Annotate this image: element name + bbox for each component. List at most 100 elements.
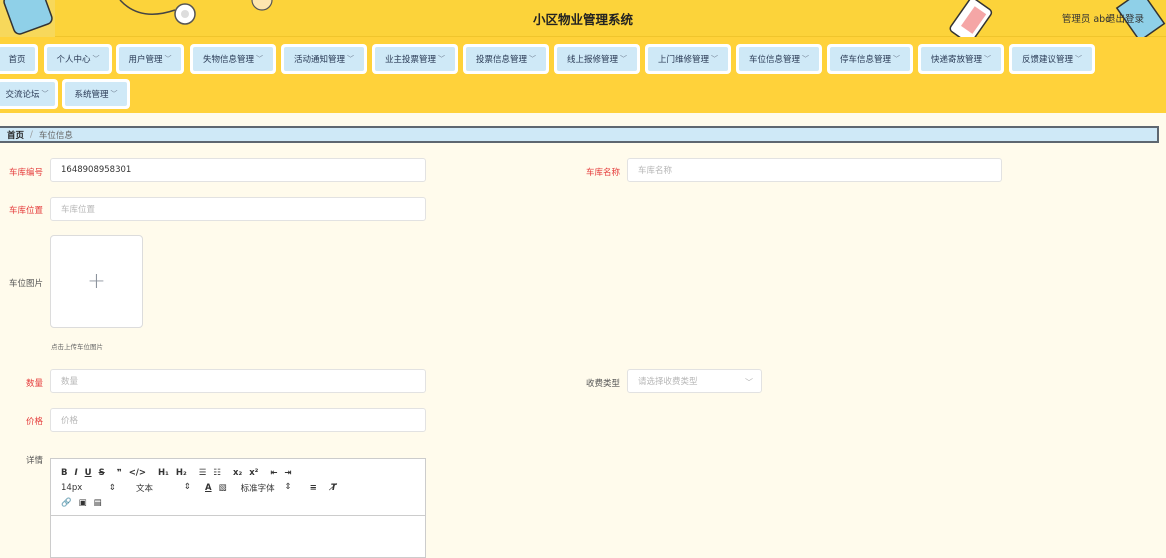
editor-toolbar: B I U S ❞ </> H₁ H₂ ☰ ☷ x₂ x² ⇤ ⇥ 14px ⇕ … [51,459,425,516]
chevron-down-icon: ﹀ [745,378,753,387]
code-button[interactable]: </> [129,468,146,478]
chevron-down-icon: ﹀ [256,55,263,63]
current-user: 管理员 abo [1061,14,1111,25]
nav-label: 用户管理 [128,55,163,65]
background-color-icon[interactable]: ▧ [219,483,227,493]
quantity-label: 数量 [25,379,43,389]
bullet-list-button[interactable]: ☷ [213,468,221,478]
nav-item-forum[interactable]: 交流论坛 ﹀ [0,79,58,109]
toolbar-row-formatting: B I U S ❞ </> H₁ H₂ ☰ ☷ x₂ x² ⇤ ⇥ [61,465,425,480]
plus-icon: + [87,269,106,294]
price-label: 价格 [25,417,43,427]
nav-item-home-repair[interactable]: 上门维修管理 ﹀ [645,44,731,74]
details-label: 详情 [25,456,43,466]
chevron-down-icon: ﹀ [984,55,991,63]
nav-item-users[interactable]: 用户管理 ﹀ [116,44,184,74]
chevron-down-icon: ﹀ [802,55,809,63]
chevron-down-icon: ﹀ [529,55,536,63]
upload-hint: 点击上传车位图片 [51,343,103,351]
text-type-select[interactable]: 文本 ⇕ [136,482,198,494]
nav-label: 业主投票管理 [384,55,436,65]
subscript-button[interactable]: x₂ [233,468,242,478]
select-arrows-icon: ⇕ [108,482,116,493]
image-icon[interactable]: ▣ [79,498,87,508]
font-color-icon[interactable]: A [205,483,212,493]
nav-item-home[interactable]: 首页 [0,44,38,74]
fee-type-label: 收费类型 [585,379,620,389]
indent-button[interactable]: ⇥ [285,468,292,478]
nav-item-vote-info[interactable]: 投票信息管理 ﹀ [463,44,549,74]
nav-label: 失物信息管理 [202,55,254,65]
nav-item-personal[interactable]: 个人中心 ﹀ [44,44,112,74]
nav-item-system[interactable]: 系统管理 ﹀ [62,79,130,109]
underline-button[interactable]: U [85,468,92,478]
price-input[interactable]: 价格 [50,408,426,432]
breadcrumb-current: 车位信息 [38,130,73,141]
link-icon[interactable]: 🔗 [61,498,72,508]
h2-button[interactable]: H₂ [176,468,187,478]
nav-label: 上门维修管理 [657,55,709,65]
image-upload-button[interactable]: + [50,235,143,328]
font-family-select[interactable]: 标准字体 ⇕ [241,482,299,494]
chevron-down-icon: ﹀ [711,55,718,63]
quantity-input[interactable]: 数量 [50,369,426,393]
strike-button[interactable]: S [99,468,105,478]
h1-button[interactable]: H₁ [158,468,169,478]
garage-no-input[interactable]: 1648908958301 [50,158,426,182]
nav-label: 线上报修管理 [566,55,618,65]
garage-location-input[interactable]: 车库位置 [50,197,426,221]
image-label: 车位图片 [8,279,43,289]
chevron-down-icon: ﹀ [164,55,172,63]
font-size-value: 14px [61,482,83,493]
nav-item-express[interactable]: 快递寄放管理 ﹀ [918,44,1004,74]
italic-button[interactable]: I [74,468,77,478]
blockquote-button[interactable]: ❞ [117,468,122,478]
nav-label: 快递寄放管理 [930,55,982,65]
garage-name-label: 车库名称 [585,168,620,178]
nav-item-parking-info[interactable]: 停车信息管理 ﹀ [827,44,913,74]
nav-label: 交流论坛 [5,90,40,100]
select-arrows-icon: ⇕ [183,481,191,492]
breadcrumb-home[interactable]: 首页 [7,129,24,141]
clear-format-icon[interactable]: T̸ [331,483,337,493]
nav-item-parking-space[interactable]: 车位信息管理 ﹀ [736,44,822,74]
nav-label: 停车信息管理 [839,55,891,65]
page-title: 小区物业管理系统 [532,12,633,27]
nav-item-activity[interactable]: 活动通知管理 ﹀ [281,44,367,74]
chevron-down-icon: ﹀ [438,55,445,63]
nav-label: 系统管理 [74,90,109,100]
nav-label: 首页 [8,55,26,65]
nav-item-feedback[interactable]: 反馈建议管理 ﹀ [1009,44,1095,74]
nav-label: 反馈建议管理 [1021,55,1073,65]
garage-name-input[interactable]: 车库名称 [627,158,1002,182]
toolbar-row-media: 🔗 ▣ ▤ [61,495,425,510]
chevron-down-icon: ﹀ [893,55,900,63]
outdent-button[interactable]: ⇤ [270,468,277,478]
chevron-down-icon: ﹀ [92,55,100,63]
nav-item-lost[interactable]: 失物信息管理 ﹀ [190,44,276,74]
editor-content-area[interactable] [51,516,425,558]
chevron-down-icon: ﹀ [41,90,49,98]
ordered-list-button[interactable]: ☰ [199,468,207,478]
font-size-select[interactable]: 14px ⇕ [61,483,123,493]
text-type-value: 文本 [136,483,154,494]
nav-label: 车位信息管理 [748,55,800,65]
toolbar-row-styles: 14px ⇕ 文本 ⇕ A ▧ 标准字体 ⇕ ≡ T̸ [61,480,425,495]
chevron-down-icon: ﹀ [1075,55,1082,63]
bold-button[interactable]: B [61,468,67,478]
breadcrumb-separator: / [30,129,33,140]
rich-text-editor: B I U S ❞ </> H₁ H₂ ☰ ☷ x₂ x² ⇤ ⇥ 14px ⇕ … [50,458,426,558]
logout-link[interactable]: 退出登录 [1106,11,1144,25]
align-icon[interactable]: ≡ [310,483,317,493]
font-family-value: 标准字体 [240,483,275,494]
fee-type-select[interactable]: 请选择收费类型 ﹀ [627,369,762,393]
garage-location-label: 车库位置 [8,206,43,216]
nav-item-online-repair[interactable]: 线上报修管理 ﹀ [554,44,640,74]
chevron-down-icon: ﹀ [110,90,118,98]
header: 小区物业管理系统 管理员 abo 退出登录 首页 个人中心 ﹀ 用户管理 ﹀ 失物信… [0,0,1166,113]
nav-item-owner-vote[interactable]: 业主投票管理 ﹀ [372,44,458,74]
video-icon[interactable]: ▤ [94,498,102,508]
superscript-button[interactable]: x² [249,468,258,478]
chevron-down-icon: ﹀ [620,55,627,63]
breadcrumb: 首页 / 车位信息 [0,126,1159,143]
